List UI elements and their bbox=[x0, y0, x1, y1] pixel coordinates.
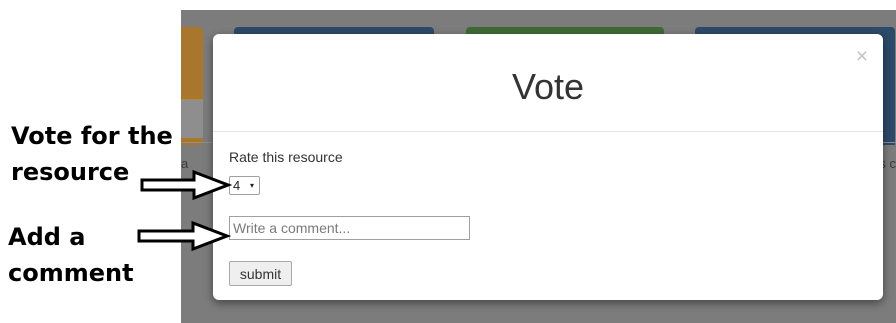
modal-header-divider bbox=[213, 131, 883, 132]
annotation-comment: Add a comment bbox=[8, 219, 134, 291]
annotation-vote-line1: Vote for the bbox=[11, 122, 173, 150]
background-tile-orange bbox=[181, 27, 203, 145]
rating-select[interactable]: 4 ▾ bbox=[229, 176, 260, 195]
rating-value: 4 bbox=[233, 178, 241, 193]
close-icon[interactable]: × bbox=[856, 46, 868, 67]
background-tile-footer bbox=[181, 99, 203, 138]
chevron-down-icon: ▾ bbox=[249, 181, 254, 190]
annotation-comment-line1: Add a bbox=[8, 223, 86, 251]
annotation-comment-line2: comment bbox=[8, 259, 134, 287]
comment-input[interactable] bbox=[229, 216, 470, 240]
submit-button[interactable]: submit bbox=[229, 261, 292, 286]
rate-label: Rate this resource bbox=[229, 149, 343, 165]
arrow-right-icon bbox=[140, 169, 232, 201]
vote-modal: × Vote Rate this resource 4 ▾ submit bbox=[213, 34, 883, 300]
arrow-right-icon bbox=[137, 220, 231, 252]
modal-title: Vote bbox=[511, 66, 585, 107]
